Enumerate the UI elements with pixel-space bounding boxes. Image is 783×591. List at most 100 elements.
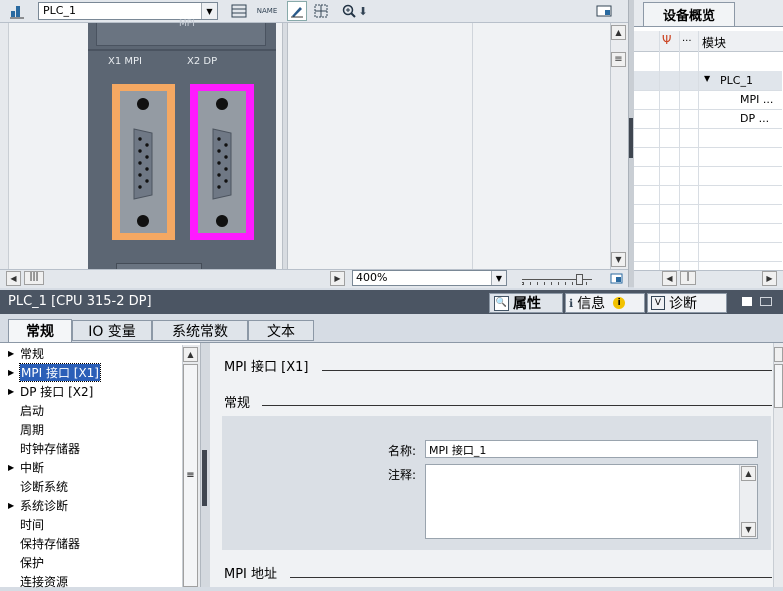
section-title-line [322, 370, 772, 371]
nav-item[interactable]: 周期 [8, 420, 44, 439]
nav-item[interactable]: ▶ MPI 接口 [X1] [8, 363, 101, 382]
scroll-right-icon[interactable]: ▶ [762, 271, 777, 286]
device-select[interactable]: PLC_1 ▼ [38, 2, 218, 20]
module-top-panel: MPI [96, 19, 266, 46]
window-restore-icon[interactable] [742, 297, 752, 306]
scroll-up-icon[interactable]: ▲ [183, 347, 198, 362]
nav-scroll-thumb[interactable]: ≡ [183, 364, 198, 587]
comment-textarea[interactable]: ▲ ▼ [425, 464, 758, 539]
overview-row[interactable] [634, 166, 782, 186]
comment-label: 注释: [388, 468, 417, 482]
tab-label: 系统常数 [172, 323, 228, 340]
overview-row[interactable] [634, 147, 782, 167]
module-divider [88, 49, 276, 51]
zoom-slider-thumb[interactable] [576, 274, 583, 285]
zoom-select[interactable]: 400% ▼ [352, 270, 507, 286]
expand-arrow-icon[interactable]: ▶ [8, 349, 20, 358]
overview-grid[interactable]: Ψ ... 模块 ▼ PLC_1 MPI ... DP ... [634, 26, 783, 271]
nav-item[interactable]: ▶ 常规 [8, 344, 44, 363]
inspector-title: PLC_1 [CPU 315-2 DP] [8, 294, 152, 309]
nav-item[interactable]: ▶ DP 接口 [X2] [8, 382, 93, 401]
scroll-down-icon[interactable]: ▼ [611, 252, 626, 267]
scroll-up-icon[interactable]: ▲ [741, 466, 756, 481]
dp-port-x2[interactable] [190, 84, 254, 240]
pen-icon[interactable] [287, 1, 307, 21]
tab-texts[interactable]: 文本 [248, 320, 314, 341]
expand-arrow-icon[interactable]: ▶ [8, 387, 20, 396]
nav-item-label: 保持存储器 [20, 537, 81, 551]
subsection-mpi-address: MPI 地址 [224, 567, 278, 582]
subsection-general: 常规 [224, 396, 251, 411]
canvas-hscroll-thumb[interactable]: ||| [24, 271, 44, 285]
chevron-down-icon[interactable]: ▼ [201, 3, 217, 19]
dp-connector-icon [212, 98, 232, 227]
info-icon: ℹ [569, 296, 574, 310]
canvas-left-strip [0, 23, 9, 269]
device-overview-tab-label: 设备概览 [662, 9, 715, 24]
nav-item[interactable]: 时钟存储器 [8, 439, 80, 458]
overview-row[interactable] [634, 185, 782, 205]
overview-row[interactable] [634, 223, 782, 243]
module-top-label: MPI [179, 19, 195, 29]
device-overview-tab[interactable]: 设备概览 [643, 2, 735, 26]
subsection-mpi-address-line [290, 577, 772, 578]
table-icon[interactable] [230, 2, 248, 20]
nav-item[interactable]: 启动 [8, 401, 44, 420]
overview-row[interactable] [634, 204, 782, 224]
tab-general[interactable]: 常规 [8, 319, 72, 342]
tab-system-constants[interactable]: 系统常数 [152, 320, 248, 341]
tab-io-tags[interactable]: IO 变量 [72, 320, 152, 341]
nav-item[interactable]: 诊断系统 [8, 477, 68, 496]
network-view-icon[interactable] [8, 2, 26, 20]
nav-item[interactable]: ▶ 系统诊断 [8, 496, 68, 515]
mpi-port-x1[interactable] [112, 84, 175, 240]
name-tag-icon[interactable]: NAME [257, 2, 278, 20]
overview-hscroll-thumb[interactable]: | [680, 271, 696, 285]
fit-to-view-icon[interactable] [609, 270, 625, 286]
tab-properties[interactable]: 🔍 属性 [489, 293, 563, 313]
nav-item[interactable]: 保持存储器 [8, 534, 80, 553]
expand-arrow-icon[interactable]: ▶ [8, 501, 20, 510]
mpi-connector [120, 91, 167, 233]
expand-arrow-icon[interactable]: ▶ [8, 368, 20, 377]
overview-row[interactable] [634, 52, 782, 72]
properties-scroll-thumb[interactable] [774, 364, 783, 408]
name-field[interactable]: MPI 接口_1 [425, 440, 758, 458]
overview-col-dots[interactable]: ... [682, 33, 692, 44]
tab-diagnostics[interactable]: V 诊断 [647, 293, 727, 313]
overview-row[interactable]: MPI ... [634, 90, 782, 110]
nav-item[interactable]: 时间 [8, 515, 44, 534]
zoom-slider[interactable] [522, 272, 593, 286]
download-arrow-icon[interactable]: ⬇ [357, 2, 369, 20]
nav-item[interactable]: 保护 [8, 553, 44, 572]
nav-item[interactable]: 连接资源 [8, 572, 68, 591]
window-menu-icon[interactable] [760, 297, 772, 306]
chevron-down-icon[interactable]: ▼ [491, 271, 506, 285]
scroll-up-icon[interactable]: ▲ [611, 25, 626, 40]
scroll-up-icon[interactable] [774, 347, 783, 362]
overview-col-module[interactable]: 模块 [702, 34, 726, 51]
properties-icon: 🔍 [494, 295, 509, 311]
grid-icon[interactable] [312, 2, 330, 20]
nav-item[interactable]: ▶ 中断 [8, 458, 44, 477]
scroll-left-icon[interactable]: ◀ [6, 271, 21, 286]
scroll-down-icon[interactable]: ▼ [741, 522, 756, 537]
canvas-divider-2 [472, 23, 473, 269]
port1-label: X1 MPI [108, 56, 142, 67]
scroll-thumb-icon[interactable]: ≡ [611, 52, 626, 67]
filter-icon[interactable]: Ψ [662, 33, 671, 47]
expand-arrow-icon[interactable]: ▼ [704, 74, 710, 83]
zoom-in-icon[interactable] [340, 2, 358, 20]
overview-row[interactable]: DP ... [634, 109, 782, 129]
port2-label: X2 DP [187, 56, 218, 67]
overview-row[interactable] [634, 242, 782, 262]
scroll-right-icon[interactable]: ▶ [330, 271, 345, 286]
overview-window-icon[interactable] [595, 2, 613, 20]
nav-item-label: MPI 接口 [X1] [19, 363, 101, 382]
overview-row[interactable]: ▼ PLC_1 [634, 71, 782, 91]
tab-info[interactable]: ℹ 信息 i [565, 293, 645, 313]
scroll-left-icon[interactable]: ◀ [662, 271, 677, 286]
expand-arrow-icon[interactable]: ▶ [8, 463, 20, 472]
tab-diagnostics-label: 诊断 [669, 296, 697, 312]
overview-row[interactable] [634, 128, 782, 148]
